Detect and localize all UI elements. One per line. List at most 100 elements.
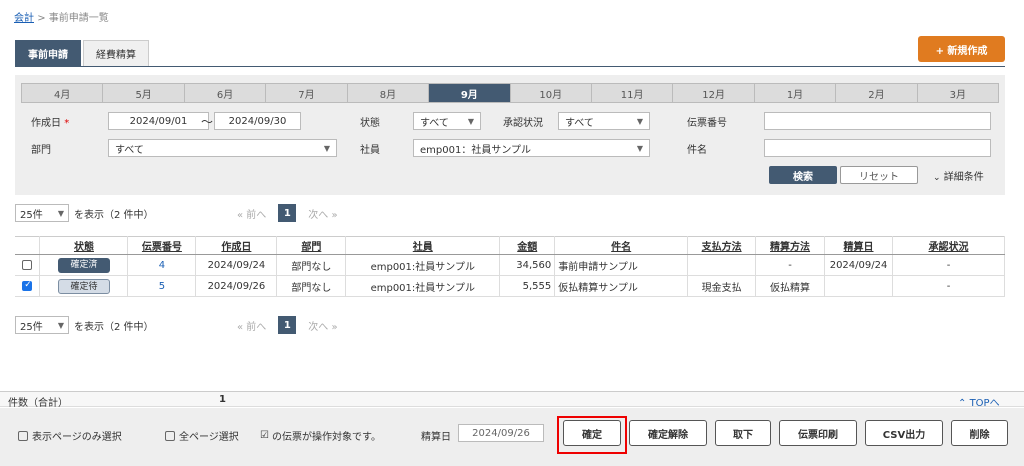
department-select[interactable]: すべて ▼ — [108, 139, 337, 157]
month-mar[interactable]: 3月 — [918, 84, 998, 102]
select-page-only-checkbox[interactable] — [18, 430, 28, 441]
header-settle-method[interactable]: 精算方法 — [755, 236, 826, 255]
csv-export-button[interactable]: CSV出力 — [865, 420, 943, 446]
row-checkbox[interactable] — [22, 259, 33, 270]
prev-page-link[interactable]: « 前へ — [237, 318, 266, 333]
pagination-nav-bottom: « 前へ 1 次へ » — [237, 316, 338, 334]
highlight-box — [557, 416, 627, 454]
voucher-number-link[interactable]: 4 — [127, 254, 197, 276]
settle-date-label: 精算日 — [421, 432, 451, 443]
page-size-value: 25件 — [20, 209, 43, 221]
new-create-button[interactable]: + 新規作成 — [918, 36, 1005, 62]
chevron-down-icon: ▼ — [57, 208, 64, 218]
employee-select-value: emp001：社員サンプル — [420, 144, 532, 156]
tab-bar: 事前申請 経費精算 — [15, 40, 149, 66]
header-payment-method[interactable]: 支払方法 — [687, 236, 757, 255]
month-feb[interactable]: 2月 — [836, 84, 918, 102]
breadcrumb: 会計 > 事前申請一覧 — [14, 9, 109, 24]
department-select-value: すべて — [115, 144, 144, 156]
month-may[interactable]: 5月 — [103, 84, 185, 102]
row-checkbox-cell — [15, 254, 41, 276]
header-employee[interactable]: 社員 — [345, 236, 501, 255]
required-mark: * — [64, 118, 70, 129]
page-number-button[interactable]: 1 — [278, 316, 297, 334]
employee-cell: emp001:社員サンプル — [345, 254, 501, 276]
status-badge[interactable]: 確定済 — [57, 257, 110, 273]
month-jan[interactable]: 1月 — [755, 84, 837, 102]
next-page-link[interactable]: 次へ » — [308, 206, 337, 221]
select-page-only-option[interactable]: 表示ページのみ選択 — [18, 428, 122, 443]
pager-bottom: 25件 ▼ を表示（2 件中） « 前へ 1 次へ » — [15, 316, 415, 334]
header-voucher-number[interactable]: 伝票番号 — [127, 236, 197, 255]
settle-method-cell: - — [755, 254, 826, 276]
amount-cell: 5,555 — [499, 275, 556, 297]
amount-cell: 34,560 — [499, 254, 556, 276]
summary-count-label: 件数（合計） — [8, 398, 68, 409]
advanced-conditions-toggle[interactable]: ⌄ 詳細条件 — [933, 168, 984, 183]
header-created-date[interactable]: 作成日 — [195, 236, 278, 255]
select-all-pages-checkbox[interactable] — [165, 430, 175, 441]
subject-input[interactable] — [764, 139, 991, 157]
date-from-input[interactable]: 2024/09/01 — [108, 112, 209, 130]
chevron-down-icon: ▼ — [636, 143, 643, 153]
voucher-number-label: 伝票番号 — [687, 118, 727, 129]
header-subject[interactable]: 件名 — [554, 236, 689, 255]
voucher-number-link[interactable]: 5 — [127, 275, 197, 297]
breadcrumb-root-link[interactable]: 会計 — [14, 13, 34, 24]
pager-top: 25件 ▼ を表示（2 件中） « 前へ 1 次へ » — [15, 204, 415, 222]
employee-select[interactable]: emp001：社員サンプル ▼ — [413, 139, 650, 157]
month-jul[interactable]: 7月 — [266, 84, 348, 102]
table-row: 確定待 5 2024/09/26 部門なし emp001:社員サンプル 5,55… — [15, 275, 1005, 297]
unconfirm-button[interactable]: 確定解除 — [629, 420, 707, 446]
header-settle-date[interactable]: 精算日 — [824, 236, 894, 255]
month-jun[interactable]: 6月 — [185, 84, 267, 102]
month-selector: 4月 5月 6月 7月 8月 9月 10月 11月 12月 1月 2月 3月 — [21, 83, 999, 103]
select-page-only-label: 表示ページのみ選択 — [32, 432, 122, 443]
month-nov[interactable]: 11月 — [592, 84, 674, 102]
print-voucher-button[interactable]: 伝票印刷 — [779, 420, 857, 446]
withdraw-button[interactable]: 取下 — [715, 420, 771, 446]
month-sep[interactable]: 9月 — [429, 84, 511, 102]
tab-expense-settlement[interactable]: 経費精算 — [83, 40, 149, 66]
subject-label: 件名 — [687, 145, 707, 156]
header-approval-status[interactable]: 承認状況 — [892, 236, 1005, 255]
row-checkbox-cell — [15, 275, 41, 297]
header-amount[interactable]: 金額 — [499, 236, 556, 255]
search-button[interactable]: 検索 — [769, 166, 837, 184]
voucher-table: 状態 伝票番号 作成日 部門 社員 金額 件名 支払方法 精算方法 精算日 承認… — [15, 236, 1005, 297]
approval-status-cell: - — [892, 275, 1005, 297]
month-dec[interactable]: 12月 — [673, 84, 755, 102]
state-select-value: すべて — [420, 117, 449, 129]
select-all-pages-option[interactable]: 全ページ選択 — [165, 428, 239, 443]
pagination-nav-top: « 前へ 1 次へ » — [237, 204, 338, 222]
payment-method-cell: 現金支払 — [687, 275, 757, 297]
department-cell: 部門なし — [276, 254, 347, 276]
summary-bar: 件数（合計） 1 ⌃ TOPへ — [0, 391, 1024, 409]
status-badge[interactable]: 確定待 — [57, 278, 110, 294]
settle-date-input[interactable]: 2024/09/26 — [458, 424, 544, 442]
voucher-number-input[interactable] — [764, 112, 991, 130]
month-aug[interactable]: 8月 — [348, 84, 430, 102]
tab-pre-application[interactable]: 事前申請 — [15, 40, 81, 66]
month-apr[interactable]: 4月 — [22, 84, 104, 102]
state-select[interactable]: すべて ▼ — [413, 112, 481, 130]
department-cell: 部門なし — [276, 275, 347, 297]
page-number-button[interactable]: 1 — [278, 204, 297, 222]
header-department[interactable]: 部門 — [276, 236, 347, 255]
approval-select-value: すべて — [565, 117, 594, 129]
payment-method-cell — [687, 254, 757, 276]
reset-button[interactable]: リセット — [840, 166, 918, 184]
prev-page-link[interactable]: « 前へ — [237, 206, 266, 221]
delete-button[interactable]: 削除 — [951, 420, 1008, 446]
page-size-select-top[interactable]: 25件 ▼ — [15, 204, 69, 222]
approval-select[interactable]: すべて ▼ — [558, 112, 650, 130]
header-status[interactable]: 状態 — [39, 236, 129, 255]
row-checkbox[interactable] — [22, 280, 33, 291]
month-oct[interactable]: 10月 — [511, 84, 592, 102]
next-page-link[interactable]: 次へ » — [308, 318, 337, 333]
date-to-input[interactable]: 2024/09/30 — [214, 112, 301, 130]
page-size-select-bottom[interactable]: 25件 ▼ — [15, 316, 69, 334]
date-range-tilde: 〜 — [201, 115, 214, 129]
back-to-top-link[interactable]: ⌃ TOPへ — [958, 394, 1000, 409]
breadcrumb-separator: > — [37, 13, 46, 24]
